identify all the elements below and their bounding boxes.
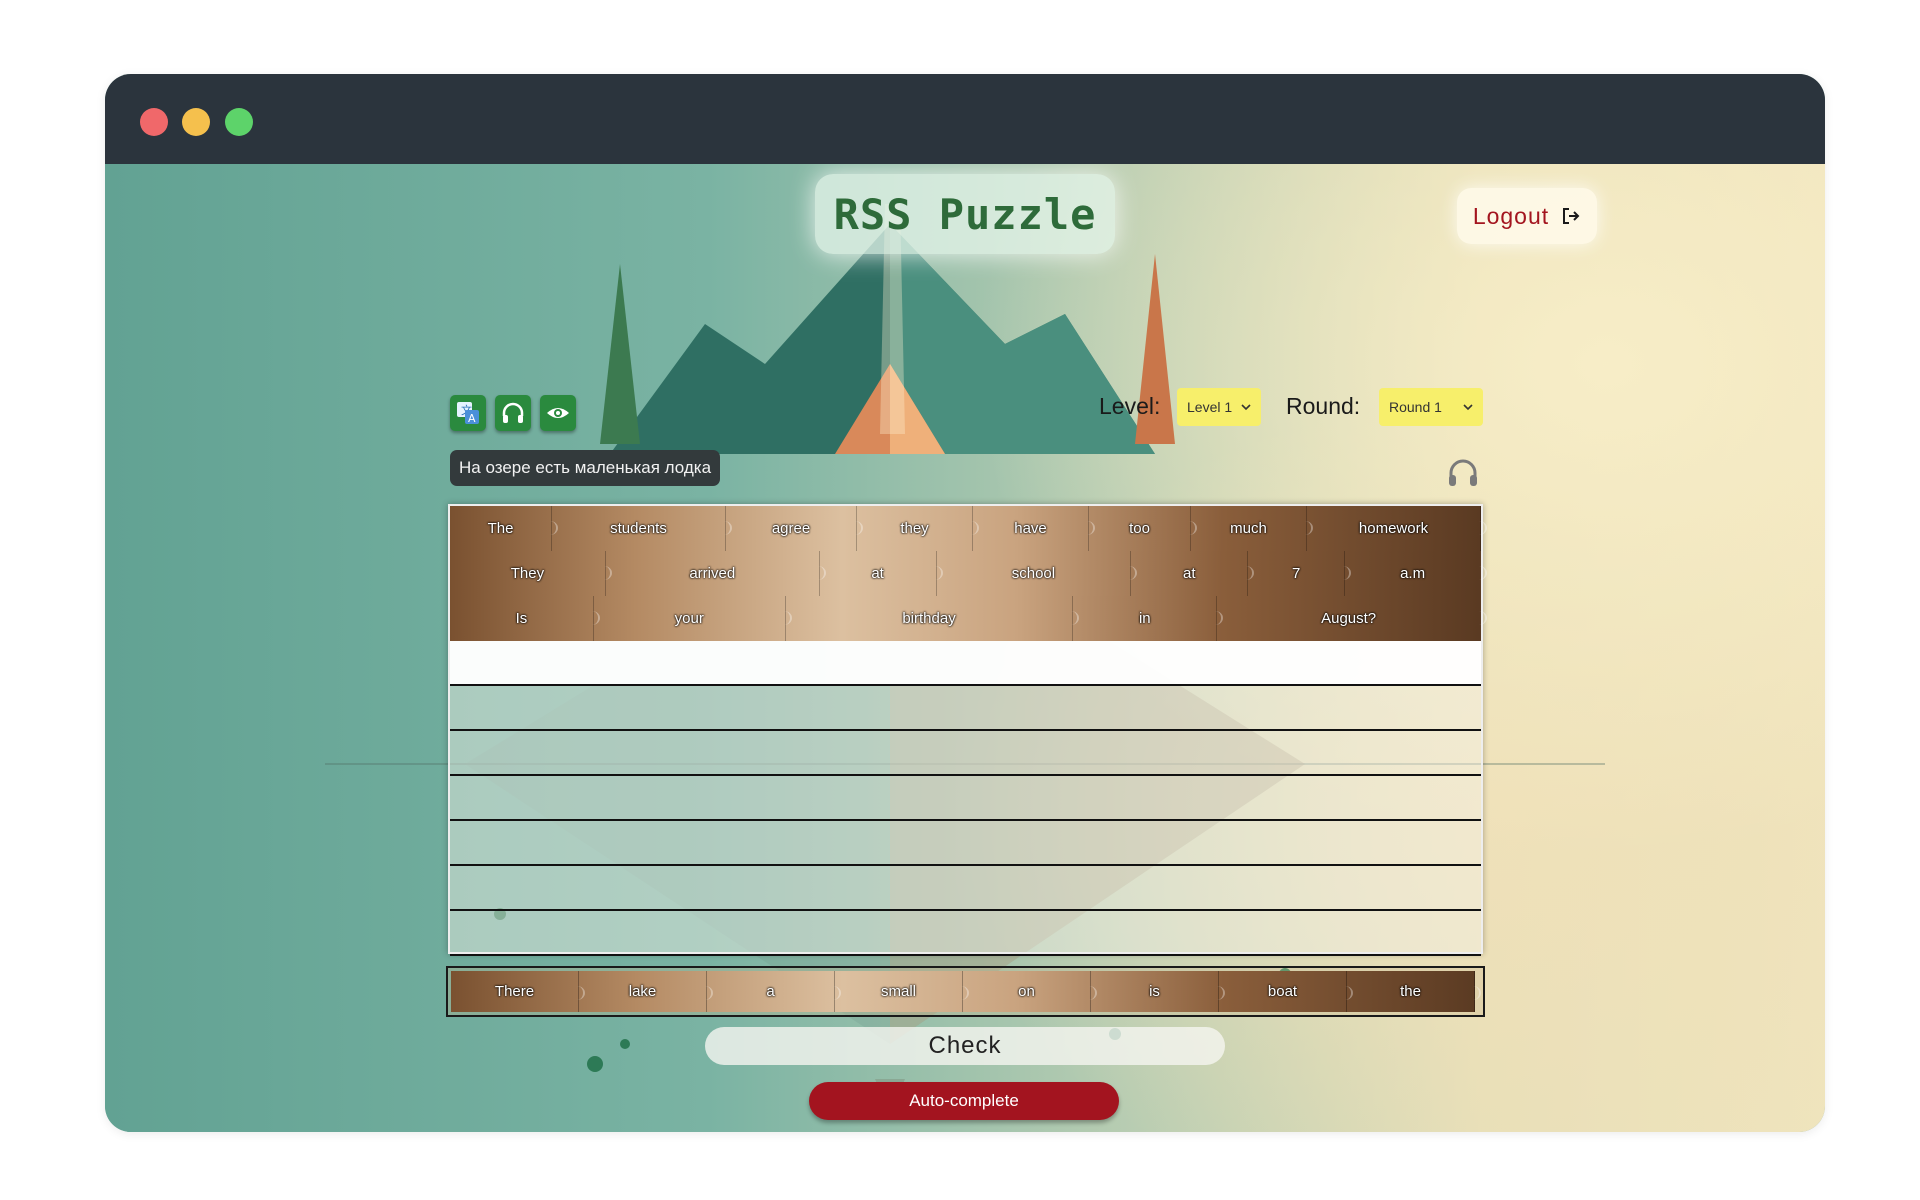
level-select-value: Level 1 [1187, 399, 1233, 415]
word-piece[interactable]: students [552, 506, 732, 551]
empty-row[interactable] [450, 866, 1481, 911]
logout-button[interactable]: Logout [1457, 188, 1597, 244]
svg-text:A: A [468, 412, 476, 425]
word-piece[interactable]: 7 [1248, 551, 1352, 596]
round-label: Round: [1286, 393, 1361, 419]
empty-row[interactable] [450, 911, 1481, 956]
eye-icon [547, 408, 569, 418]
round-select-value: Round 1 [1389, 399, 1442, 415]
maximize-window-dot[interactable] [225, 108, 253, 136]
level-select[interactable]: Level 1 [1177, 388, 1261, 426]
chevron-down-icon [1463, 404, 1473, 411]
word-piece[interactable]: have [973, 506, 1095, 551]
source-word-piece[interactable]: lake [579, 971, 713, 1012]
app-title: RSS Puzzle [833, 189, 1097, 239]
empty-row[interactable] [450, 776, 1481, 821]
pronunciation-audio-icon[interactable] [1445, 454, 1481, 490]
word-piece[interactable]: your [593, 596, 792, 641]
word-piece[interactable]: much [1191, 506, 1313, 551]
source-word-piece[interactable]: the [1347, 971, 1481, 1012]
empty-row[interactable] [450, 686, 1481, 731]
source-word-piece[interactable]: There [451, 971, 585, 1012]
translation-hint-text: На озере есть маленькая лодка [450, 450, 721, 486]
word-piece[interactable]: The [450, 506, 558, 551]
round-select[interactable]: Round 1 [1379, 388, 1483, 426]
word-piece[interactable]: August? [1217, 596, 1487, 641]
empty-row[interactable] [450, 821, 1481, 866]
word-piece[interactable]: arrived [605, 551, 826, 596]
chevron-down-icon [1241, 404, 1251, 411]
level-label: Level: [1099, 393, 1161, 419]
puzzle-app: RSS Puzzle Logout 文 A [105, 164, 1825, 1132]
translate-icon: 文 A [457, 402, 479, 425]
headphones-icon [502, 402, 524, 423]
word-piece[interactable]: at [819, 551, 943, 596]
background-hint-button[interactable] [540, 395, 576, 431]
word-piece[interactable]: school [936, 551, 1138, 596]
word-piece[interactable]: homework [1307, 506, 1487, 551]
logout-label: Logout [1472, 202, 1550, 229]
completed-row: Is your birthday in August? [450, 596, 1487, 641]
autocomplete-button[interactable]: Auto-complete [809, 1082, 1119, 1120]
source-word-piece[interactable]: is [1091, 971, 1225, 1012]
word-piece[interactable]: Is [450, 596, 600, 641]
check-button[interactable]: Check [705, 1027, 1225, 1065]
source-word-piece[interactable]: on [963, 971, 1097, 1012]
puzzle-board: The students agree they have too much homework T… [448, 504, 1487, 956]
word-piece[interactable]: a.m [1345, 551, 1487, 596]
close-window-dot[interactable] [140, 108, 168, 136]
logout-icon [1563, 208, 1580, 224]
browser-window: RSS Puzzle Logout 文 A [105, 74, 1825, 1132]
source-word-piece[interactable]: small [835, 971, 969, 1012]
completed-row: The students agree they have too much homework [450, 506, 1487, 551]
empty-row[interactable] [450, 731, 1481, 776]
word-piece[interactable]: too [1089, 506, 1197, 551]
source-word-piece[interactable]: boat [1219, 971, 1353, 1012]
empty-row[interactable] [450, 641, 1481, 686]
word-piece[interactable]: They [450, 551, 612, 596]
source-words-area: There lake a small on is boat the [446, 966, 1485, 1017]
word-piece[interactable]: agree [726, 506, 863, 551]
word-piece[interactable]: they [857, 506, 979, 551]
word-piece[interactable]: in [1073, 596, 1224, 641]
app-logo: RSS Puzzle [815, 174, 1115, 254]
completed-row: They arrived at school at 7 a.m [450, 551, 1487, 596]
word-piece[interactable]: birthday [785, 596, 1080, 641]
audio-hint-button[interactable] [495, 395, 531, 431]
word-piece[interactable]: at [1131, 551, 1255, 596]
translation-hint-button[interactable]: 文 A [450, 395, 486, 431]
minimize-window-dot[interactable] [182, 108, 210, 136]
window-titlebar [105, 74, 1825, 164]
source-word-piece[interactable]: a [707, 971, 841, 1012]
